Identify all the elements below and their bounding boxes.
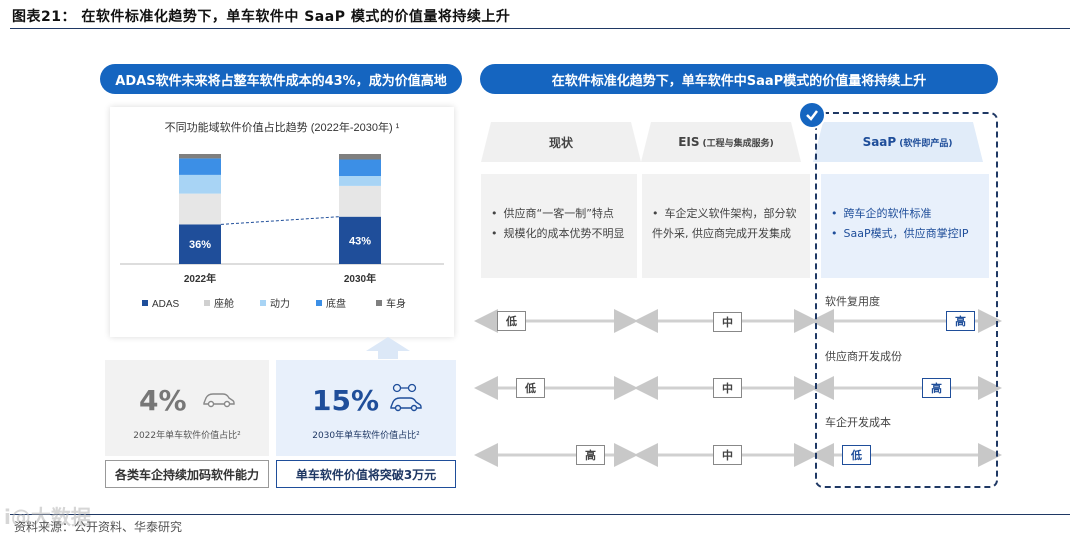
level-tag: 中 bbox=[713, 445, 742, 465]
level-tag: 高 bbox=[576, 445, 605, 465]
level-tag: 中 bbox=[713, 378, 742, 398]
level-tag: 低 bbox=[516, 378, 545, 398]
bottom-rule bbox=[10, 514, 1070, 515]
level-tag: 低 bbox=[497, 311, 526, 331]
level-tag: 中 bbox=[713, 312, 742, 332]
source-note: 资料来源：公开资料、华泰研究 bbox=[14, 520, 183, 534]
check-icon bbox=[798, 101, 826, 129]
saap-highlight-box bbox=[815, 112, 998, 488]
